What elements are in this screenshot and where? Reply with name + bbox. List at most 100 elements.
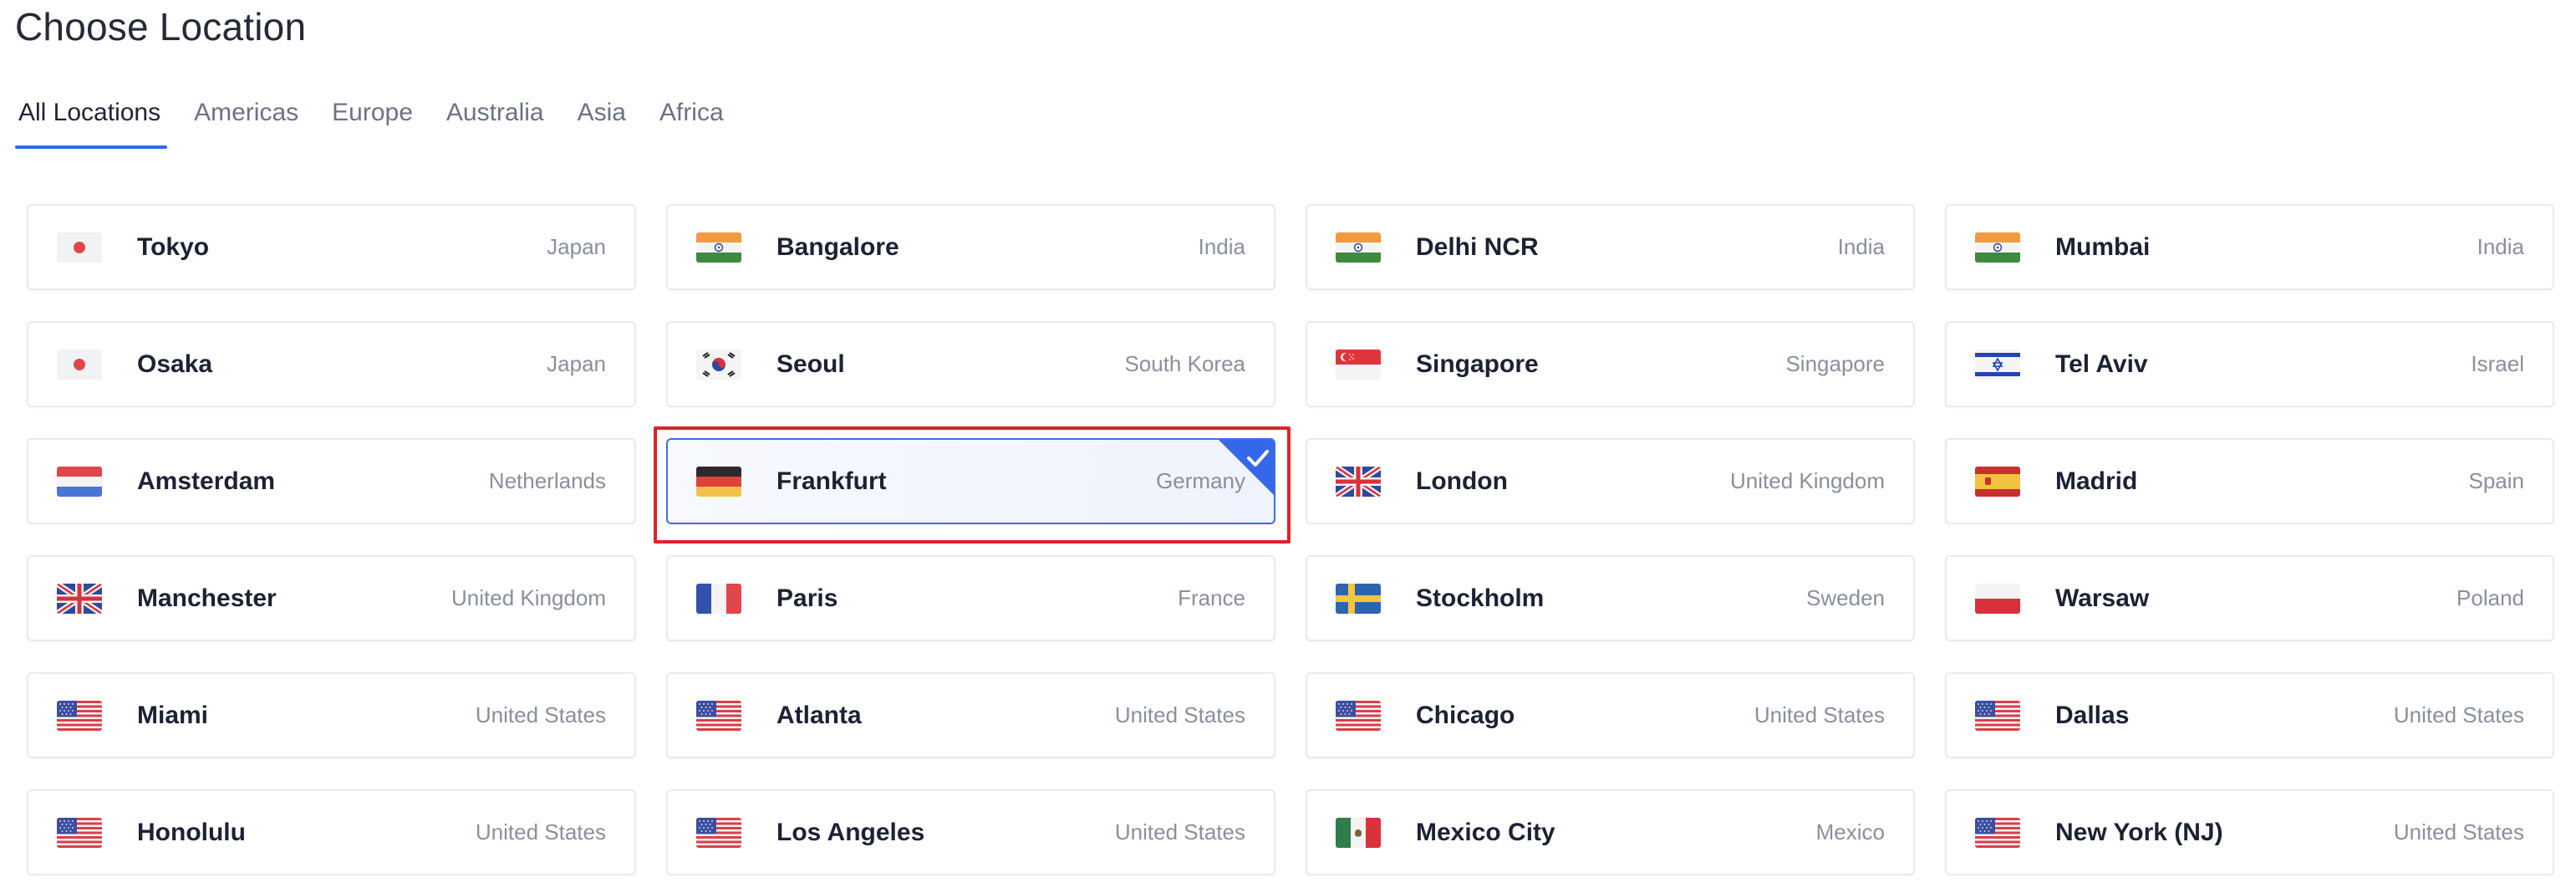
japan-flag-icon bbox=[57, 232, 102, 263]
israel-flag-icon bbox=[1975, 349, 2020, 380]
city-name: Atlanta bbox=[776, 701, 862, 729]
city-name: Tel Aviv bbox=[2055, 350, 2148, 378]
page-title: Choose Location bbox=[15, 5, 307, 48]
poland-flag-icon bbox=[1975, 583, 2020, 614]
country-name: Netherlands bbox=[488, 468, 606, 493]
city-name: London bbox=[1416, 467, 1508, 495]
country-name: India bbox=[1837, 234, 1885, 259]
usa-flag-icon bbox=[696, 817, 741, 848]
city-name: Tokyo bbox=[137, 232, 210, 261]
location-grid: Tokyo Japan Bangalore India Delhi NCR India Mu… bbox=[27, 204, 2554, 875]
location-card-tokyo[interactable]: Tokyo Japan bbox=[27, 204, 636, 290]
location-card-seoul[interactable]: Seoul South Korea bbox=[666, 321, 1275, 407]
location-card-paris[interactable]: Paris France bbox=[666, 555, 1275, 641]
tab-australia[interactable]: Australia bbox=[443, 90, 544, 149]
city-name: Honolulu bbox=[137, 818, 246, 846]
tab-asia[interactable]: Asia bbox=[574, 90, 626, 149]
sweden-flag-icon bbox=[1336, 583, 1381, 614]
city-name: Los Angeles bbox=[776, 818, 925, 846]
location-card-frankfurt[interactable]: Frankfurt Germany bbox=[666, 438, 1275, 524]
city-name: Paris bbox=[776, 584, 838, 612]
city-name: Chicago bbox=[1416, 701, 1515, 729]
country-name: United States bbox=[475, 819, 606, 845]
country-name: South Korea bbox=[1124, 351, 1245, 376]
country-name: Japan bbox=[547, 234, 606, 259]
country-name: United Kingdom bbox=[1730, 468, 1885, 493]
city-name: Warsaw bbox=[2055, 584, 2150, 612]
country-name: United States bbox=[475, 702, 606, 727]
location-card-mumbai[interactable]: Mumbai India bbox=[1945, 204, 2554, 290]
location-card-singapore[interactable]: Singapore Singapore bbox=[1306, 321, 1915, 407]
location-card-osaka[interactable]: Osaka Japan bbox=[27, 321, 636, 407]
usa-flag-icon bbox=[1975, 700, 2020, 731]
location-card-delhi-ncr[interactable]: Delhi NCR India bbox=[1306, 204, 1915, 290]
mexico-flag-icon bbox=[1336, 817, 1381, 848]
location-card-honolulu[interactable]: Honolulu United States bbox=[27, 789, 636, 875]
city-name: Delhi NCR bbox=[1416, 232, 1539, 261]
france-flag-icon bbox=[696, 583, 741, 614]
location-card-stockholm[interactable]: Stockholm Sweden bbox=[1306, 555, 1915, 641]
tab-americas[interactable]: Americas bbox=[191, 90, 298, 149]
country-name: France bbox=[1178, 585, 1245, 610]
location-card-atlanta[interactable]: Atlanta United States bbox=[666, 672, 1275, 758]
country-name: United Kingdom bbox=[451, 585, 606, 610]
japan-flag-icon bbox=[57, 349, 102, 380]
location-card-los-angeles[interactable]: Los Angeles United States bbox=[666, 789, 1275, 875]
location-card-tel-aviv[interactable]: Tel Aviv Israel bbox=[1945, 321, 2554, 407]
location-card-warsaw[interactable]: Warsaw Poland bbox=[1945, 555, 2554, 641]
usa-flag-icon bbox=[1975, 817, 2020, 848]
location-card-amsterdam[interactable]: Amsterdam Netherlands bbox=[27, 438, 636, 524]
city-name: Stockholm bbox=[1416, 584, 1545, 612]
location-card-mexico-city[interactable]: Mexico City Mexico bbox=[1306, 789, 1915, 875]
country-name: Poland bbox=[2456, 585, 2524, 610]
netherlands-flag-icon bbox=[57, 466, 102, 497]
india-flag-icon bbox=[1975, 232, 2020, 263]
germany-flag-icon bbox=[696, 466, 741, 497]
india-flag-icon bbox=[696, 232, 741, 263]
tab-all-locations[interactable]: All Locations bbox=[15, 90, 168, 149]
location-card-chicago[interactable]: Chicago United States bbox=[1306, 672, 1915, 758]
usa-flag-icon bbox=[57, 700, 102, 731]
country-name: United States bbox=[2393, 819, 2524, 845]
city-name: New York (NJ) bbox=[2055, 818, 2223, 846]
location-card-miami[interactable]: Miami United States bbox=[27, 672, 636, 758]
spain-flag-icon bbox=[1975, 466, 2020, 497]
city-name: Bangalore bbox=[776, 232, 899, 261]
city-name: Singapore bbox=[1416, 350, 1539, 378]
country-name: India bbox=[1198, 234, 1245, 259]
location-card-manchester[interactable]: Manchester United Kingdom bbox=[27, 555, 636, 641]
singapore-flag-icon bbox=[1336, 349, 1381, 380]
city-name: Madrid bbox=[2055, 467, 2138, 495]
location-card-madrid[interactable]: Madrid Spain bbox=[1945, 438, 2554, 524]
selected-check-icon bbox=[1219, 440, 1274, 495]
country-name: Japan bbox=[547, 351, 606, 376]
location-card-dallas[interactable]: Dallas United States bbox=[1945, 672, 2554, 758]
city-name: Frankfurt bbox=[776, 467, 887, 495]
uk-flag-icon bbox=[1336, 466, 1381, 497]
city-name: Mexico City bbox=[1416, 818, 1555, 846]
city-name: Mumbai bbox=[2055, 232, 2151, 261]
country-name: Mexico bbox=[1815, 819, 1885, 845]
city-name: Manchester bbox=[137, 584, 277, 612]
country-name: Singapore bbox=[1785, 351, 1885, 376]
country-name: India bbox=[2477, 234, 2524, 259]
tab-africa[interactable]: Africa bbox=[656, 90, 724, 149]
country-name: United States bbox=[1114, 819, 1245, 845]
city-name: Miami bbox=[137, 701, 209, 729]
country-name: United States bbox=[1114, 702, 1245, 727]
location-card-new-york-nj[interactable]: New York (NJ) United States bbox=[1945, 789, 2554, 875]
country-name: United States bbox=[2393, 702, 2524, 727]
region-tabs: All Locations Americas Europe Australia … bbox=[15, 90, 754, 149]
city-name: Dallas bbox=[2055, 701, 2130, 729]
tab-europe[interactable]: Europe bbox=[328, 90, 413, 149]
city-name: Seoul bbox=[776, 350, 845, 378]
location-card-bangalore[interactable]: Bangalore India bbox=[666, 204, 1275, 290]
country-name: Sweden bbox=[1806, 585, 1885, 610]
usa-flag-icon bbox=[1336, 700, 1381, 731]
city-name: Amsterdam bbox=[137, 467, 276, 495]
usa-flag-icon bbox=[696, 700, 741, 731]
city-name: Osaka bbox=[137, 350, 213, 378]
location-card-london[interactable]: London United Kingdom bbox=[1306, 438, 1915, 524]
country-name: United States bbox=[1754, 702, 1885, 727]
south-korea-flag-icon bbox=[696, 349, 741, 380]
